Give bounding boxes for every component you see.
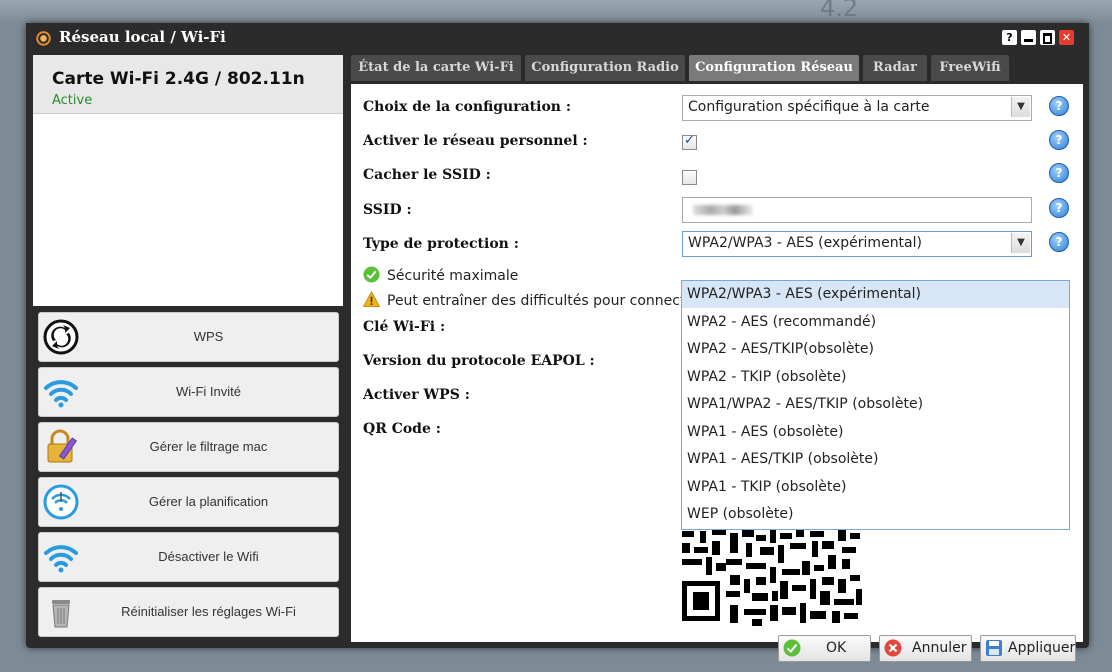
- hide-ssid-checkbox[interactable]: [682, 170, 697, 185]
- tab-radio-config[interactable]: Configuration Radio: [525, 55, 685, 81]
- window-title: Réseau local / Wi-Fi: [59, 28, 226, 46]
- trash-icon: [52, 600, 70, 628]
- tab-bar: État de la carte Wi-Fi Configuration Rad…: [351, 53, 1083, 83]
- cancel-button[interactable]: Annuler: [879, 635, 972, 662]
- warning-icon: [363, 291, 380, 308]
- ssid-input[interactable]: [682, 197, 1032, 223]
- config-choice-label: Choix de la configuration :: [363, 99, 572, 115]
- check-circle-icon: [783, 639, 801, 657]
- dropdown-option[interactable]: WPA1 - AES/TKIP (obsolète): [682, 446, 1069, 473]
- hide-ssid-label: Cacher le SSID :: [363, 167, 491, 183]
- disable-wifi-button[interactable]: Désactiver le Wifi: [38, 532, 339, 582]
- security-warning-message: Peut entraîner des difficultés pour conn…: [363, 291, 700, 309]
- qr-code-image: [682, 529, 863, 626]
- cancel-label: Annuler: [912, 640, 967, 656]
- reset-wifi-label: Réinitialiser les réglages Wi-Fi: [121, 604, 296, 619]
- minimize-button[interactable]: [1021, 30, 1036, 45]
- wifi-settings-window: Réseau local / Wi-Fi ? ✕ Carte Wi-Fi 2.4…: [26, 23, 1089, 662]
- wifi-key-label: Clé Wi-Fi :: [363, 319, 446, 335]
- dropdown-option[interactable]: WPA2 - TKIP (obsolète): [682, 364, 1069, 391]
- protection-type-select[interactable]: WPA2/WPA3 - AES (expérimental) ▼: [682, 231, 1032, 257]
- tab-network-config[interactable]: Configuration Réseau: [689, 55, 859, 81]
- background-version-text: 4.2: [820, 0, 859, 22]
- tab-wifi-card-state[interactable]: État de la carte Wi-Fi: [351, 55, 521, 81]
- dropdown-option[interactable]: WPA2/WPA3 - AES (expérimental): [682, 281, 1069, 308]
- wifi-clock-icon: [43, 484, 79, 520]
- mac-filter-button[interactable]: Gérer le filtrage mac: [38, 422, 339, 472]
- dropdown-option[interactable]: WPA2 - AES/TKIP(obsolète): [682, 336, 1069, 363]
- desktop-background: [0, 0, 1112, 24]
- wps-button-label: WPS: [193, 329, 224, 344]
- security-warning-text: Peut entraîner des difficultés pour conn…: [387, 293, 700, 309]
- close-button[interactable]: ✕: [1059, 30, 1074, 45]
- security-ok-message: Sécurité maximale: [363, 266, 518, 284]
- personal-network-label: Activer le réseau personnel :: [363, 133, 588, 149]
- reset-wifi-button[interactable]: Réinitialiser les réglages Wi-Fi: [38, 587, 339, 637]
- mac-filter-label: Gérer le filtrage mac: [149, 439, 268, 454]
- dropdown-option[interactable]: WEP (obsolète): [682, 501, 1069, 528]
- help-icon[interactable]: ?: [1049, 163, 1069, 183]
- help-icon[interactable]: ?: [1049, 198, 1069, 218]
- cancel-icon: [884, 639, 902, 657]
- wifi-card-panel[interactable]: Carte Wi-Fi 2.4G / 802.11n Active: [33, 55, 343, 306]
- wifi-card-title: Carte Wi-Fi 2.4G / 802.11n: [52, 69, 305, 89]
- ok-button[interactable]: OK: [778, 635, 871, 662]
- tab-freewifi[interactable]: FreeWifi: [931, 55, 1009, 81]
- qr-code-label: QR Code :: [363, 421, 441, 437]
- check-circle-icon: [363, 266, 380, 283]
- wifi-icon: [44, 380, 78, 408]
- guest-wifi-label: Wi-Fi Invité: [176, 384, 241, 399]
- protection-type-dropdown[interactable]: WPA2/WPA3 - AES (expérimental) WPA2 - AE…: [681, 280, 1070, 530]
- config-choice-select[interactable]: Configuration spécifique à la carte ▼: [682, 95, 1032, 121]
- blurred-ssid: [693, 205, 753, 215]
- protection-type-label: Type de protection :: [363, 236, 519, 252]
- tab-radar[interactable]: Radar: [863, 55, 927, 81]
- ssid-label: SSID :: [363, 202, 412, 218]
- dropdown-option[interactable]: WPA1 - AES (obsolète): [682, 419, 1069, 446]
- chevron-down-icon: ▼: [1011, 97, 1030, 117]
- apply-label: Appliquer: [1008, 640, 1076, 656]
- network-config-panel: Choix de la configuration : Configuratio…: [351, 84, 1083, 662]
- wifi-icon: [44, 545, 78, 573]
- dropdown-option[interactable]: WPA2 - AES (recommandé): [682, 309, 1069, 336]
- personal-network-checkbox[interactable]: [682, 133, 697, 150]
- lock-pencil-icon: [47, 429, 78, 463]
- help-icon[interactable]: ?: [1049, 232, 1069, 252]
- protection-type-value: WPA2/WPA3 - AES (expérimental): [688, 235, 922, 251]
- schedule-label: Gérer la planification: [148, 494, 269, 509]
- save-icon: [986, 640, 1002, 656]
- dropdown-option[interactable]: WPA1/WPA2 - AES/TKIP (obsolète): [682, 391, 1069, 418]
- chevron-down-icon: ▼: [1011, 233, 1030, 253]
- network-icon: [34, 28, 53, 47]
- wps-icon: [43, 319, 79, 355]
- help-window-button[interactable]: ?: [1002, 30, 1017, 45]
- wps-button[interactable]: WPS: [38, 312, 339, 362]
- help-icon[interactable]: ?: [1049, 96, 1069, 116]
- help-icon[interactable]: ?: [1049, 130, 1069, 150]
- title-bar[interactable]: Réseau local / Wi-Fi ? ✕: [26, 23, 1089, 53]
- activate-wps-label: Activer WPS :: [363, 387, 470, 403]
- schedule-button[interactable]: Gérer la planification: [38, 477, 339, 527]
- guest-wifi-button[interactable]: Wi-Fi Invité: [38, 367, 339, 417]
- dropdown-option[interactable]: WPA1 - TKIP (obsolète): [682, 474, 1069, 501]
- disable-wifi-label: Désactiver le Wifi: [158, 549, 259, 564]
- security-ok-text: Sécurité maximale: [387, 268, 519, 284]
- apply-button[interactable]: Appliquer: [980, 635, 1076, 662]
- maximize-button[interactable]: [1040, 30, 1055, 45]
- ok-label: OK: [826, 640, 847, 656]
- wifi-card-status: Active: [52, 93, 93, 108]
- config-choice-value: Configuration spécifique à la carte: [688, 99, 930, 115]
- eapol-version-label: Version du protocole EAPOL :: [363, 353, 595, 369]
